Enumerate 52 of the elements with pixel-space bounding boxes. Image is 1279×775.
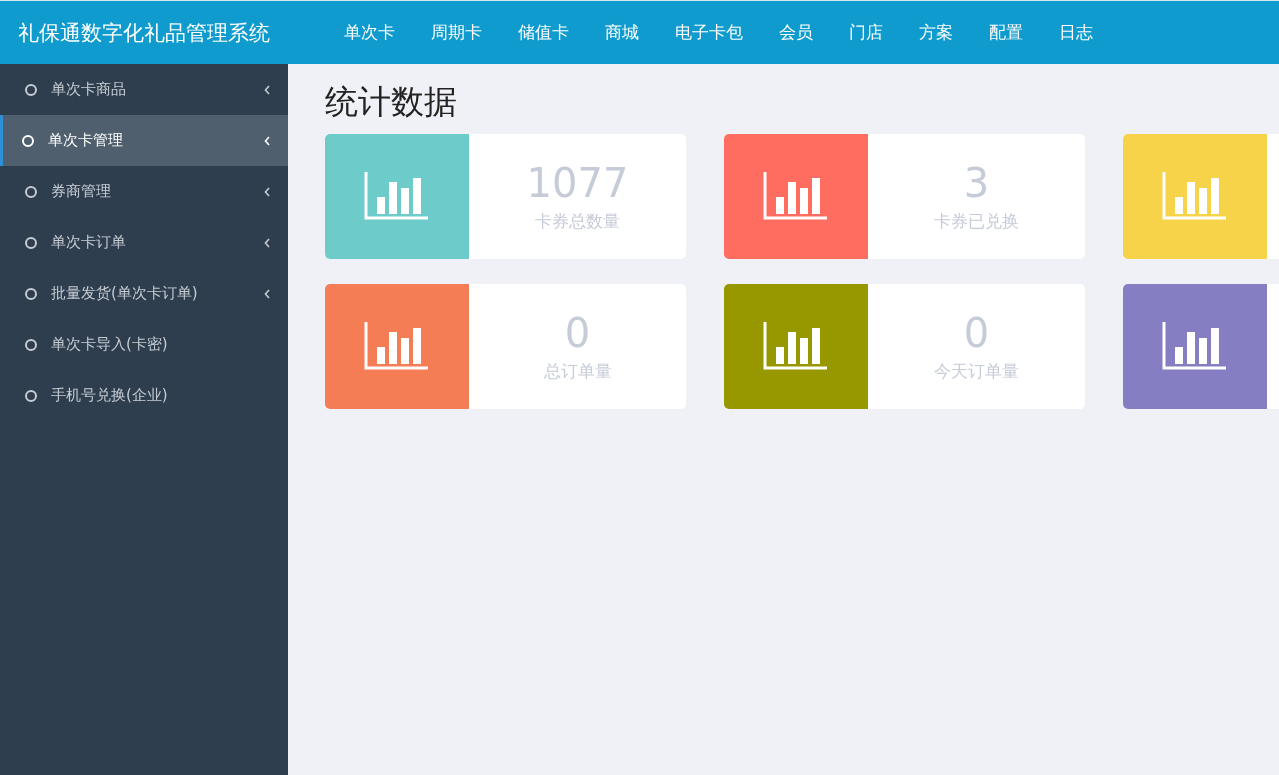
circle-icon [25, 287, 37, 300]
sidebar-item[interactable]: 单次卡商品 [0, 64, 288, 115]
page-title: 统计数据 [325, 81, 458, 123]
sidebar-item-label: 单次卡商品 [51, 80, 127, 99]
nav-link[interactable]: 单次卡 [326, 21, 413, 44]
chevron-left-icon [264, 186, 270, 197]
nav-link[interactable]: 储值卡 [500, 21, 587, 44]
circle-icon [25, 338, 37, 351]
nav-link[interactable]: 电子卡包 [657, 21, 761, 44]
sidebar-item[interactable]: 单次卡导入(卡密) [0, 319, 288, 370]
stat-value: 1077 [526, 160, 629, 206]
circle-icon [22, 134, 34, 147]
chevron-left-icon [264, 135, 270, 146]
stat-value: 0 [963, 310, 990, 356]
circle-icon [25, 83, 37, 96]
sidebar-item[interactable]: 批量发货(单次卡订单) [0, 268, 288, 319]
stat-label: 卡券总数量 [535, 210, 620, 233]
nav-link[interactable]: 配置 [971, 21, 1041, 44]
bar-chart-icon [763, 171, 829, 222]
sidebar-item-label: 批量发货(单次卡订单) [51, 284, 199, 303]
chevron-left-icon [264, 288, 270, 299]
bar-chart-icon [1162, 171, 1228, 222]
bar-chart-icon [364, 321, 430, 372]
circle-icon [25, 389, 37, 402]
circle-icon [25, 185, 37, 198]
nav-link[interactable]: 门店 [831, 21, 901, 44]
sidebar-item[interactable]: 单次卡管理 [0, 115, 288, 166]
app-title: 礼保通数字化礼品管理系统 [17, 19, 271, 47]
sidebar-item-label: 券商管理 [51, 182, 112, 201]
sidebar-item[interactable]: 券商管理 [0, 166, 288, 217]
sidebar-item-label: 手机号兑换(企业) [51, 386, 169, 405]
bar-chart-icon [763, 321, 829, 372]
nav-link[interactable]: 会员 [761, 21, 831, 44]
sidebar-item[interactable]: 手机号兑换(企业) [0, 370, 288, 421]
sidebar-item-label: 单次卡订单 [51, 233, 127, 252]
sidebar-item-label: 单次卡导入(卡密) [51, 335, 169, 354]
stat-label: 总订单量 [543, 360, 612, 383]
sidebar-item[interactable]: 单次卡订单 [0, 217, 288, 268]
nav-link[interactable]: 周期卡 [413, 21, 500, 44]
chevron-left-icon [264, 84, 270, 95]
sidebar-item-label: 单次卡管理 [48, 131, 124, 150]
bar-chart-icon [364, 171, 430, 222]
bar-chart-icon [1162, 321, 1228, 372]
stat-value: 0 [564, 310, 591, 356]
stat-label: 卡券已兑换 [934, 210, 1019, 233]
nav-link[interactable]: 方案 [901, 21, 971, 44]
nav-link[interactable]: 商城 [587, 21, 657, 44]
circle-icon [25, 236, 37, 249]
stat-label: 今天订单量 [934, 360, 1019, 383]
stat-value: 3 [963, 160, 990, 206]
nav-link[interactable]: 日志 [1041, 21, 1111, 44]
chevron-left-icon [264, 237, 270, 248]
